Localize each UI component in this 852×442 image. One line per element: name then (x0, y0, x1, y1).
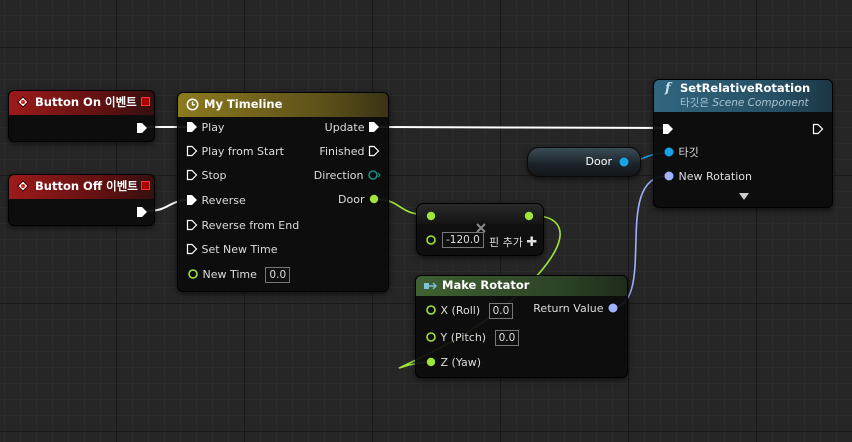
new-time-pin[interactable]: New Time 0.0 (187, 267, 291, 283)
float-pin-icon[interactable] (425, 331, 437, 343)
exec-out-pin-icon[interactable] (136, 206, 148, 218)
reverse-from-end-pin[interactable]: Reverse from End (186, 218, 299, 234)
add-pin-label: 핀 추가 (489, 236, 523, 249)
exec-out-pin-icon[interactable] (136, 122, 148, 134)
object-pin-filled-icon[interactable] (618, 156, 630, 168)
float-pin-filled-icon[interactable] (425, 210, 437, 222)
finished-pin[interactable]: Finished (319, 144, 380, 160)
button-off-title: Button Off 이벤트 (35, 179, 138, 193)
event-diamond-icon (17, 96, 29, 108)
make-rotator-node[interactable]: Make Rotator X (Roll) 0.0 Y (Pitch) 0.0 … (415, 275, 628, 378)
exec-pin-filled-icon[interactable] (186, 121, 198, 133)
y-pitch-label: Y (Pitch) (440, 331, 487, 344)
add-value-input[interactable]: -120.0 (442, 232, 484, 248)
new-time-label: New Time (202, 268, 257, 281)
z-yaw-pin[interactable]: Z (Yaw) (425, 355, 481, 371)
reverse-from-end-label: Reverse from End (201, 219, 300, 232)
stop-label: Stop (201, 169, 227, 182)
exec-wire-update-set (374, 126, 668, 129)
exec-pin-filled-icon[interactable] (186, 194, 198, 206)
x-roll-pin[interactable]: X (Roll) 0.0 (425, 303, 514, 319)
exec-pin-icon[interactable] (186, 243, 198, 255)
plus-icon: ✚ (526, 235, 538, 250)
play-label: Play (201, 121, 225, 134)
expand-arrow-icon[interactable] (739, 193, 749, 201)
set-new-time-label: Set New Time (201, 243, 278, 256)
set-relative-rotation-node[interactable]: f SetRelativeRotation 타깃은 Scene Componen… (653, 79, 833, 208)
timeline-header: My Timeline (178, 93, 388, 117)
play-from-start-pin[interactable]: Play from Start (186, 144, 284, 160)
set-new-time-pin[interactable]: Set New Time (186, 242, 277, 258)
update-pin[interactable]: Update (325, 120, 380, 136)
enum-pin-icon[interactable] (367, 169, 381, 181)
button-on-title: Button On 이벤트 (35, 95, 137, 109)
y-pitch-input[interactable]: 0.0 (494, 330, 520, 346)
set-rotation-title: SetRelativeRotation (680, 81, 811, 95)
add-pin-button[interactable]: 핀 추가 ✚ (489, 234, 537, 250)
delegate-pin-icon[interactable] (141, 181, 150, 190)
add-node[interactable]: -120.0 핀 추가 ✚ (416, 203, 544, 256)
float-pin-filled-icon[interactable] (368, 193, 380, 205)
set-rotation-subtitle: 타깃은 Scene Component (680, 97, 809, 109)
set-rotation-header: f SetRelativeRotation 타깃은 Scene Componen… (654, 80, 832, 112)
stop-pin[interactable]: Stop (186, 168, 227, 184)
button-off-event-node[interactable]: Button Off 이벤트 (8, 174, 155, 226)
button-on-header: Button On 이벤트 (9, 91, 154, 115)
direction-pin[interactable]: Direction (314, 168, 381, 184)
float-pin-icon[interactable] (187, 268, 199, 280)
exec-pin-icon[interactable] (368, 145, 380, 157)
target-pin[interactable]: 타깃 (663, 145, 699, 161)
z-yaw-label: Z (Yaw) (440, 356, 482, 369)
direction-label: Direction (313, 169, 364, 182)
function-icon: f (665, 81, 671, 96)
make-struct-icon (424, 282, 437, 290)
delegate-pin-icon[interactable] (141, 97, 150, 106)
object-pin-filled-icon[interactable] (663, 146, 675, 158)
door-output-label: Door (338, 193, 365, 206)
exec-pin-filled-icon[interactable] (368, 121, 380, 133)
target-label: 타깃 (678, 146, 699, 159)
reverse-pin[interactable]: Reverse (186, 193, 246, 209)
button-off-header: Button Off 이벤트 (9, 175, 154, 199)
rotator-pin-filled-icon[interactable] (663, 170, 675, 182)
exec-out-pin-icon[interactable] (812, 123, 824, 135)
exec-pin-icon[interactable] (186, 145, 198, 157)
x-roll-label: X (Roll) (440, 304, 481, 317)
door-variable-label: Door (585, 155, 612, 168)
return-value-pin[interactable]: Return Value (533, 301, 619, 317)
new-time-input[interactable]: 0.0 (265, 267, 291, 283)
return-value-label: Return Value (533, 302, 604, 315)
finished-label: Finished (319, 145, 365, 158)
make-rotator-header: Make Rotator (416, 276, 627, 296)
float-pin-filled-icon[interactable] (425, 356, 437, 368)
door-output-pin[interactable]: Door (338, 192, 380, 208)
play-pin[interactable]: Play (186, 120, 224, 136)
float-pin-filled-icon[interactable] (523, 210, 535, 222)
rotator-pin-filled-icon[interactable] (607, 302, 619, 314)
x-roll-input[interactable]: 0.0 (488, 303, 514, 319)
float-pin-icon[interactable] (425, 234, 437, 246)
button-on-event-node[interactable]: Button On 이벤트 (8, 90, 155, 142)
door-variable-node[interactable]: Door (527, 147, 641, 177)
exec-pin-icon[interactable] (186, 169, 198, 181)
new-rotation-pin[interactable]: New Rotation (663, 169, 752, 185)
exec-in-pin-icon[interactable] (662, 123, 674, 135)
y-pitch-pin[interactable]: Y (Pitch) 0.0 (425, 330, 520, 346)
new-rotation-label: New Rotation (678, 170, 753, 183)
timeline-title: My Timeline (204, 97, 283, 111)
make-rotator-title: Make Rotator (442, 278, 530, 292)
update-label: Update (324, 121, 365, 134)
float-pin-icon[interactable] (425, 304, 437, 316)
my-timeline-node[interactable]: My Timeline Play Play from Start Stop Re… (177, 92, 389, 292)
reverse-label: Reverse (201, 194, 246, 207)
exec-pin-icon[interactable] (186, 219, 198, 231)
event-diamond-icon (17, 180, 29, 192)
play-from-start-label: Play from Start (201, 145, 284, 158)
clock-icon (186, 98, 199, 111)
